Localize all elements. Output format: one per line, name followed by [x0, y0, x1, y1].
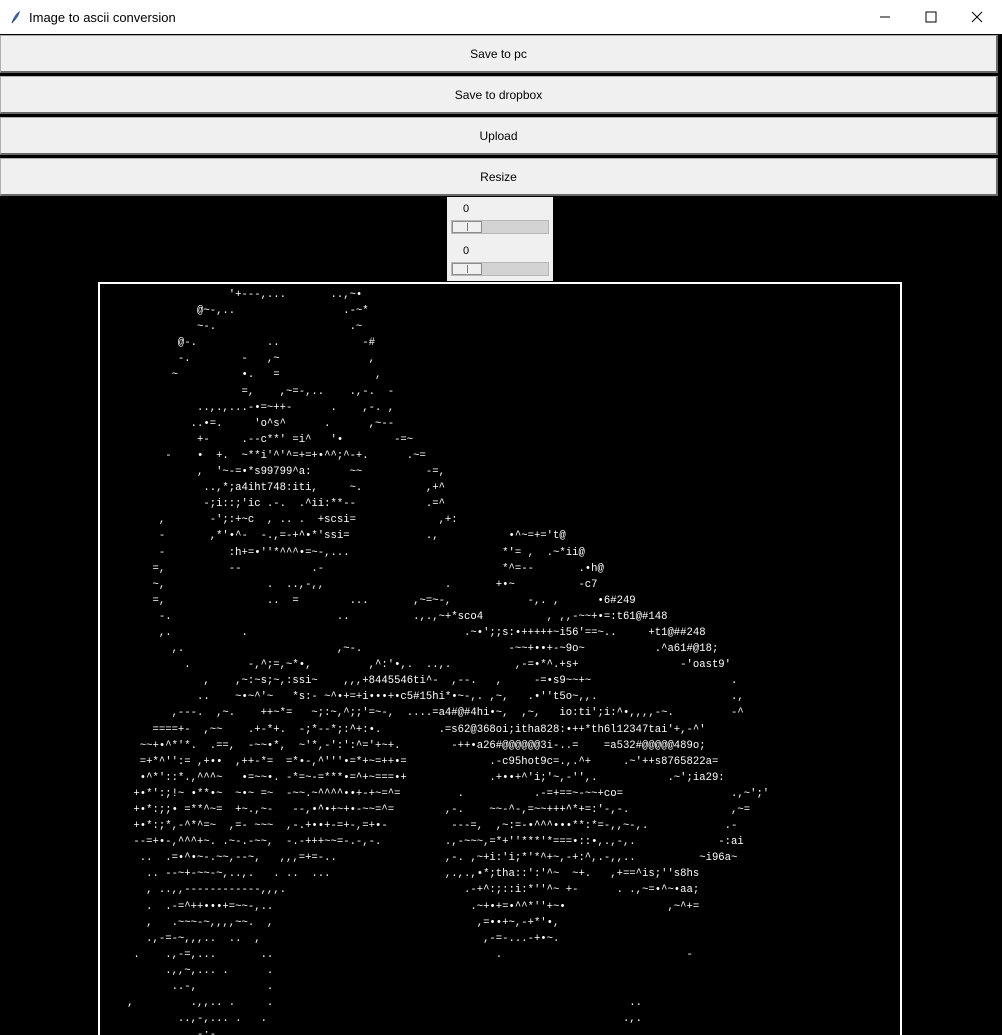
slider-panel: 0 0	[447, 197, 553, 281]
maximize-button[interactable]	[908, 0, 954, 34]
second-slider-value: 0	[463, 245, 470, 257]
save-to-pc-button[interactable]: Save to pc	[0, 35, 998, 73]
first-slider[interactable]	[451, 220, 549, 234]
window-title: Image to ascii conversion	[29, 10, 176, 25]
feather-icon	[8, 9, 24, 25]
minimize-icon	[880, 16, 890, 18]
first-slider-handle[interactable]	[452, 221, 482, 233]
resize-button[interactable]: Resize	[0, 158, 998, 196]
maximize-icon	[925, 11, 937, 23]
close-icon	[971, 11, 983, 23]
second-slider-handle[interactable]	[452, 263, 482, 275]
upload-button[interactable]: Upload	[0, 117, 998, 155]
ascii-art-output: '+---,... ..,~• @~-,.. .-~* ~-. .~ @-. .…	[127, 289, 770, 1035]
minimize-button[interactable]	[862, 0, 908, 34]
close-button[interactable]	[954, 0, 1000, 34]
title-bar: Image to ascii conversion	[0, 0, 1002, 34]
ascii-canvas: '+---,... ..,~• @~-,.. .-~* ~-. .~ @-. .…	[98, 282, 902, 1035]
second-slider[interactable]	[451, 262, 549, 276]
save-to-dropbox-button[interactable]: Save to dropbox	[0, 76, 998, 114]
first-slider-value: 0	[463, 203, 470, 215]
